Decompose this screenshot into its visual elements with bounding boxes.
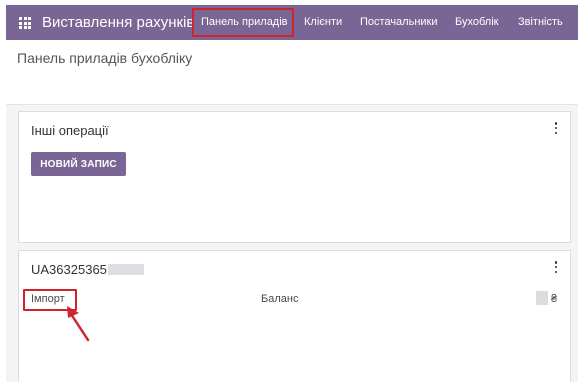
currency-symbol: ₴: [551, 293, 558, 305]
balance-label: Баланс: [261, 293, 299, 305]
journal-card-other-operations: Інші операції НОВИЙ ЗАПИС: [18, 111, 571, 243]
journal-card-bank: UA36325365 Імпорт Баланс ₴: [18, 250, 571, 382]
menu-item-accounting[interactable]: Бухоблік: [455, 16, 498, 28]
apps-grid-icon[interactable]: [19, 17, 31, 29]
redacted-patch: [107, 264, 144, 275]
highlight-box-dashboard: [192, 8, 294, 37]
kebab-icon[interactable]: [554, 261, 558, 273]
menu-item-reporting[interactable]: Звітність: [518, 16, 563, 28]
menu-item-customers[interactable]: Клієнти: [304, 16, 342, 28]
app-title[interactable]: Виставлення рахунків: [42, 14, 194, 31]
menu-item-vendors[interactable]: Постачальники: [360, 16, 438, 28]
kebab-icon[interactable]: [554, 122, 558, 134]
new-entry-button[interactable]: НОВИЙ ЗАПИС: [31, 152, 126, 176]
journal-card-title[interactable]: Інші операції: [31, 123, 109, 138]
page-title: Панель приладів бухобліку: [17, 50, 193, 66]
journal-card-title[interactable]: UA36325365: [31, 262, 144, 277]
balance-value-redacted: [536, 291, 548, 305]
red-arrow-icon: [67, 306, 90, 342]
bank-account-number: UA36325365: [31, 262, 107, 277]
